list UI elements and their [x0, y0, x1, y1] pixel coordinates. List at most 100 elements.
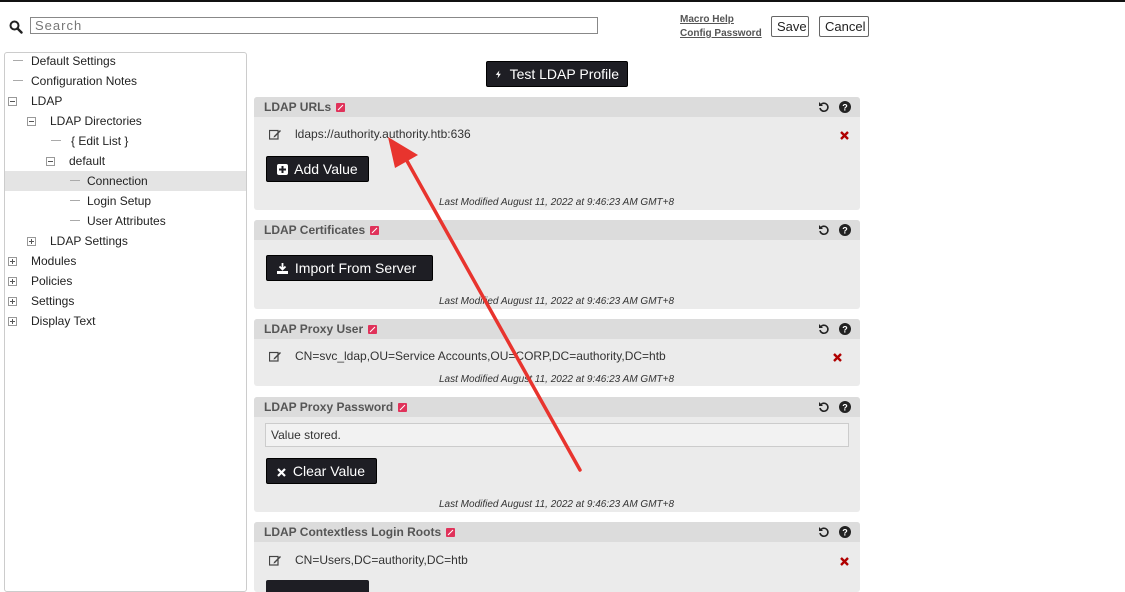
panel-ldap-urls: LDAP URLs ? ldaps://authority.authority.…	[254, 97, 860, 210]
svg-text:?: ?	[842, 403, 848, 413]
last-modified: Last Modified August 11, 2022 at 9:46:23…	[439, 197, 675, 208]
panel-header: LDAP URLs ?	[254, 97, 860, 117]
value-row: ldaps://authority.authority.htb:636	[264, 127, 854, 143]
remove-icon[interactable]	[840, 131, 849, 140]
tree-item-label: LDAP Settings	[50, 234, 128, 248]
add-value-button[interactable]: Add Value	[266, 156, 369, 182]
tree-item-label: Configuration Notes	[31, 74, 138, 88]
undo-icon[interactable]	[818, 323, 830, 335]
panel-ldap-proxy-password: LDAP Proxy Password ? Value stored. Clea…	[254, 397, 860, 512]
help-icon[interactable]: ?	[839, 101, 851, 113]
undo-icon[interactable]	[818, 401, 830, 413]
collapse-icon[interactable]	[46, 157, 55, 166]
tree-item-label: Settings	[31, 294, 75, 308]
clear-value-label: Clear Value	[292, 463, 366, 479]
panel-ldap-proxy-user: LDAP Proxy User ? CN=svc_ldap,OU=Service…	[254, 319, 860, 386]
pencil-icon	[368, 325, 378, 334]
tree-item-label: User Attributes	[87, 214, 166, 228]
panel-title-text: LDAP URLs	[264, 100, 332, 114]
edit-icon[interactable]	[269, 128, 281, 140]
tree-item-label: LDAP	[31, 94, 63, 108]
edit-icon[interactable]	[269, 554, 281, 566]
help-icon[interactable]: ?	[839, 401, 851, 413]
tree-item-label: Modules	[31, 254, 77, 268]
help-icon[interactable]: ?	[839, 323, 851, 335]
settings-tree: Default Settings Configuration Notes LDA…	[4, 52, 247, 592]
tree-item-label: Login Setup	[87, 194, 152, 208]
tree-item-label: Policies	[31, 274, 73, 288]
pencil-icon	[336, 103, 346, 112]
pencil-icon	[446, 528, 456, 537]
help-icon[interactable]: ?	[839, 224, 851, 236]
bolt-icon	[495, 70, 501, 79]
clear-value-button[interactable]: Clear Value	[266, 458, 377, 484]
value-stored-box: Value stored.	[265, 423, 849, 447]
ldap-url-value: ldaps://authority.authority.htb:636	[295, 127, 471, 141]
macro-help-link[interactable]: Macro Help	[680, 13, 762, 27]
tree-connector	[13, 60, 23, 61]
panel-header: LDAP Proxy User ?	[254, 319, 860, 339]
remove-icon[interactable]	[840, 557, 849, 566]
proxy-user-value: CN=svc_ldap,OU=Service Accounts,OU=CORP,…	[295, 349, 666, 363]
value-row: CN=svc_ldap,OU=Service Accounts,OU=CORP,…	[264, 349, 854, 365]
expand-icon[interactable]	[27, 237, 36, 246]
search-input[interactable]	[30, 17, 598, 34]
import-from-server-button[interactable]: Import From Server	[266, 255, 433, 281]
undo-icon[interactable]	[818, 526, 830, 538]
tree-item-label: LDAP Directories	[50, 114, 142, 128]
panel-title-text: LDAP Contextless Login Roots	[264, 525, 442, 539]
remove-icon[interactable]	[833, 353, 842, 362]
panel-title: LDAP Certificates	[264, 223, 380, 237]
expand-icon[interactable]	[8, 277, 17, 286]
collapse-icon[interactable]	[27, 117, 36, 126]
config-password-link[interactable]: Config Password	[680, 27, 762, 41]
panel-title: LDAP Proxy Password	[264, 400, 408, 414]
test-ldap-profile-label: Test LDAP Profile	[509, 66, 620, 82]
top-border	[0, 0, 1125, 2]
svg-text:?: ?	[842, 528, 848, 538]
save-button[interactable]: Save	[771, 16, 809, 37]
tree-connector	[70, 200, 80, 201]
cancel-button[interactable]: Cancel	[819, 16, 869, 37]
expand-icon[interactable]	[8, 297, 17, 306]
panel-title-text: LDAP Proxy Password	[264, 400, 394, 414]
edit-icon[interactable]	[269, 350, 281, 362]
tree-connector	[70, 180, 80, 181]
tree-item-label: Connection	[87, 174, 148, 188]
tree-item-connection[interactable]: Connection	[5, 171, 246, 191]
help-icon[interactable]: ?	[839, 526, 851, 538]
undo-icon[interactable]	[818, 101, 830, 113]
panel-header: LDAP Certificates ?	[254, 220, 860, 240]
test-ldap-profile-button[interactable]: Test LDAP Profile	[486, 61, 628, 87]
undo-icon[interactable]	[818, 224, 830, 236]
last-modified: Last Modified August 11, 2022 at 9:46:23…	[439, 499, 675, 510]
tree-item-label: default	[69, 154, 106, 168]
collapse-icon[interactable]	[8, 97, 17, 106]
expand-icon[interactable]	[8, 317, 17, 326]
header-links: Macro Help Config Password	[680, 13, 762, 41]
panel-ldap-contextless-login-roots: LDAP Contextless Login Roots ? CN=Users,…	[254, 522, 860, 592]
value-row: CN=Users,DC=authority,DC=htb	[264, 553, 854, 569]
login-roots-value: CN=Users,DC=authority,DC=htb	[295, 553, 468, 567]
panel-header: LDAP Contextless Login Roots ?	[254, 522, 860, 542]
last-modified: Last Modified August 11, 2022 at 9:46:23…	[439, 296, 675, 307]
tree-item-label: Display Text	[31, 314, 96, 328]
download-icon	[277, 263, 288, 274]
expand-icon[interactable]	[8, 257, 17, 266]
panel-header: LDAP Proxy Password ?	[254, 397, 860, 417]
panel-title: LDAP Contextless Login Roots	[264, 525, 456, 539]
panel-title-text: LDAP Certificates	[264, 223, 366, 237]
tree-connector	[51, 140, 61, 141]
tree-connector	[70, 220, 80, 221]
panel-ldap-certificates: LDAP Certificates ? Import From Server L…	[254, 220, 860, 309]
add-value-label: Add Value	[294, 161, 358, 177]
tree-item-label: Default Settings	[31, 54, 116, 68]
tree-connector	[13, 80, 23, 81]
last-modified: Last Modified August 11, 2022 at 9:46:23…	[439, 374, 675, 385]
import-from-server-label: Import From Server	[294, 260, 417, 276]
tree-item-label: { Edit List }	[71, 134, 129, 148]
x-icon	[277, 468, 286, 477]
panel-title: LDAP URLs	[264, 100, 346, 114]
svg-text:?: ?	[842, 103, 848, 113]
add-value-button-partial[interactable]	[266, 580, 369, 592]
